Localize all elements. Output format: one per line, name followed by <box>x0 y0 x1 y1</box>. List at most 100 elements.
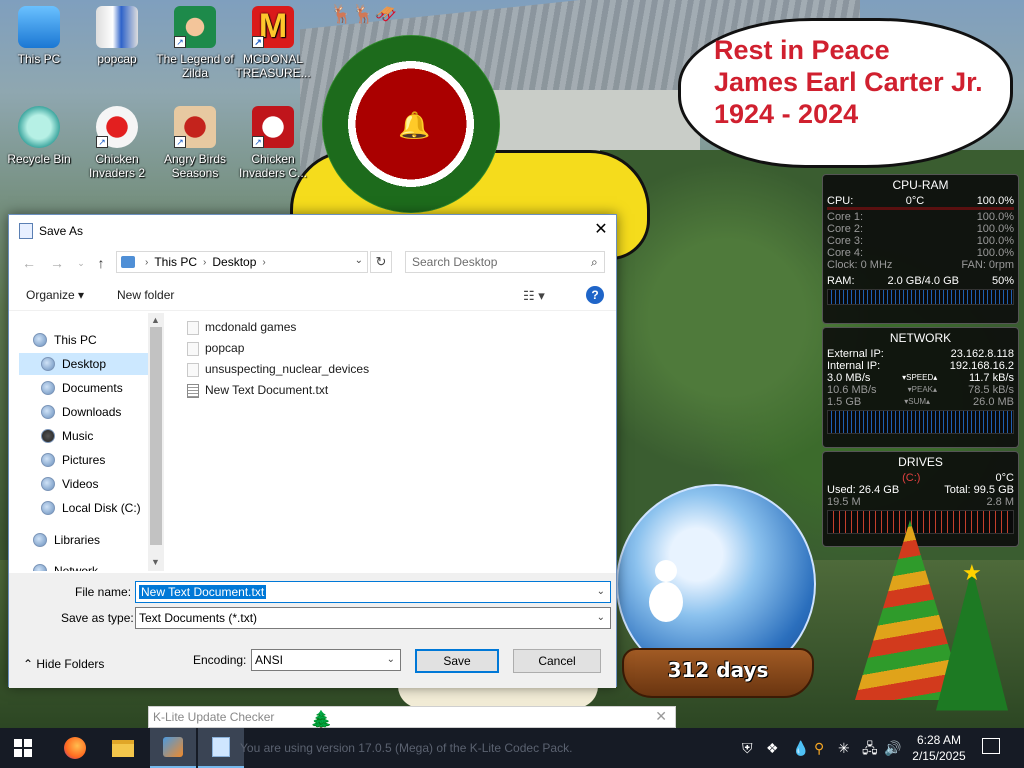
navigation-pane[interactable]: This PC Desktop Documents Downloads Musi… <box>9 313 164 571</box>
nav-item-label: Pictures <box>62 453 106 467</box>
nav-item-this-pc[interactable]: This PC <box>33 329 148 351</box>
notepad-icon <box>19 222 33 239</box>
codec-pack-icon <box>163 737 183 757</box>
nav-item-desktop[interactable]: Desktop <box>19 353 148 375</box>
close-button[interactable]: ✕ <box>586 215 616 245</box>
cpu-ram-gadget[interactable]: CPU-RAM CPU: 0°C 100.0% Core 1: 100.0% Core… <box>822 174 1019 324</box>
chevron-down-icon[interactable]: ⌄ <box>387 650 395 670</box>
organize-button[interactable]: Organize ▾ <box>26 288 84 302</box>
file-name: New Text Document.txt <box>205 383 329 397</box>
dialog-titlebar[interactable]: Save As <box>9 215 616 246</box>
view-options-icon[interactable]: ☷ ▾ <box>523 288 545 304</box>
search-input[interactable]: Search Desktop <box>405 251 605 273</box>
notifications-icon[interactable] <box>982 738 1000 754</box>
system-clock[interactable]: 6:28 AM 2/15/2025 <box>906 732 972 764</box>
save-button[interactable]: Save <box>415 649 499 673</box>
list-item[interactable]: popcap <box>187 338 607 359</box>
ram-graph <box>827 289 1014 305</box>
file-explorer-taskbar-button[interactable] <box>100 728 146 768</box>
fan-readout: FAN: 0rpm <box>961 259 1014 271</box>
desktop-icon-mcdonal-treasure[interactable]: M ↗ MCDONAL TREASURE... <box>234 6 312 80</box>
desktop-icon-legend-of-zilda[interactable]: ↗ The Legend of Zilda <box>156 6 234 80</box>
back-arrow-icon[interactable]: ← <box>19 253 39 273</box>
desktop-icon-chicken-invaders-c[interactable]: ↗ Chicken Invaders C... <box>234 106 312 180</box>
nav-item-network[interactable]: Network <box>33 560 98 571</box>
firefox-taskbar-button[interactable] <box>52 728 98 768</box>
new-folder-button[interactable]: New folder <box>117 288 174 302</box>
desktop-icon-this-pc[interactable]: This PC <box>0 6 78 66</box>
cancel-button[interactable]: Cancel <box>513 649 601 673</box>
file-name: unsuspecting_nuclear_devices <box>205 362 370 376</box>
drives-gadget[interactable]: DRIVES (C:) 0°C Used: 26.4 GB Total: 99.5 … <box>822 451 1019 547</box>
list-item[interactable]: New Text Document.txt <box>187 380 607 401</box>
klite-title: K-Lite Update Checker <box>153 710 275 724</box>
recycle-bin-icon <box>18 106 60 148</box>
chevron-down-icon[interactable]: ⌄ <box>597 582 605 602</box>
snowflake-icon[interactable]: ✳ <box>838 728 850 768</box>
game-character-icon: ↗ <box>174 6 216 48</box>
volume-icon[interactable]: 🔊 <box>884 728 901 768</box>
nav-item-libraries[interactable]: Libraries <box>33 529 100 551</box>
nav-item-documents[interactable]: Documents <box>41 377 123 399</box>
desktop-icon-chicken-invaders-2[interactable]: ↗ Chicken Invaders 2 <box>78 106 156 180</box>
core-value: 100.0% <box>976 211 1014 223</box>
computer-icon <box>18 6 60 48</box>
folder-icon <box>96 6 138 48</box>
klite-taskbar-button[interactable] <box>150 728 196 768</box>
start-button[interactable] <box>0 728 46 768</box>
desktop-icon-angry-birds-seasons[interactable]: ↗ Angry Birds Seasons <box>156 106 234 180</box>
nav-item-music[interactable]: Music <box>41 425 93 447</box>
scroll-up-arrow-icon[interactable]: ▲ <box>151 315 160 325</box>
desktop-icon-label: popcap <box>97 52 137 66</box>
list-item[interactable]: unsuspecting_nuclear_devices <box>187 359 607 380</box>
forward-arrow-icon[interactable]: → <box>47 253 67 273</box>
file-name-input[interactable]: New Text Document.txt ⌄ <box>135 581 611 603</box>
save-as-dialog[interactable]: Save As ✕ ← → ⌄ ↑ › This PC › Desktop › … <box>8 214 617 688</box>
desktop-icon <box>41 357 55 371</box>
file-name-value: New Text Document.txt <box>139 585 267 599</box>
up-arrow-icon[interactable]: ↑ <box>91 253 111 273</box>
help-icon[interactable]: ? <box>586 286 604 304</box>
chevron-right-icon[interactable]: › <box>203 257 206 268</box>
nav-item-label: Local Disk (C:) <box>62 501 141 515</box>
videos-icon <box>41 477 55 491</box>
nav-item-local-disk[interactable]: Local Disk (C:) <box>41 497 141 519</box>
close-icon[interactable]: ✕ <box>655 708 667 725</box>
notepad-taskbar-button[interactable] <box>198 728 244 768</box>
address-bar[interactable]: › This PC › Desktop › ⌄ <box>116 251 368 273</box>
scroll-down-arrow-icon[interactable]: ▼ <box>151 557 160 567</box>
action-center-security-icon[interactable]: ⛨ <box>742 728 753 768</box>
chevron-down-icon[interactable]: ⌄ <box>597 608 605 628</box>
search-tool-icon[interactable]: ⚲ <box>814 728 824 768</box>
nav-item-videos[interactable]: Videos <box>41 473 98 495</box>
chevron-right-icon[interactable]: › <box>262 257 265 268</box>
nav-item-downloads[interactable]: Downloads <box>41 401 121 423</box>
network-icon[interactable]: 🖧 <box>862 728 878 768</box>
breadcrumb-this-pc[interactable]: This PC <box>154 255 197 269</box>
desktop-icon-popcap[interactable]: popcap <box>78 6 156 66</box>
save-as-type-select[interactable]: Text Documents (*.txt) ⌄ <box>135 607 611 629</box>
refresh-button[interactable]: ↻ <box>370 251 392 273</box>
downloads-icon <box>41 405 55 419</box>
desktop-icon-label: Chicken Invaders 2 <box>88 152 146 180</box>
search-icon[interactable]: ⌕ <box>591 255 610 270</box>
nav-pane-scrollbar[interactable]: ▲ ▼ <box>148 313 164 571</box>
drop-icon[interactable]: 💧 <box>792 728 809 768</box>
network-gadget[interactable]: NETWORK External IP: 23.162.8.118 Interna… <box>822 327 1019 448</box>
colorful-app-icon[interactable]: ❖ <box>766 728 779 768</box>
klite-update-checker-window[interactable]: K-Lite Update Checker ✕ <box>148 706 676 728</box>
recent-locations-chevron-icon[interactable]: ⌄ <box>71 253 91 273</box>
breadcrumb-desktop[interactable]: Desktop <box>212 255 256 269</box>
file-list[interactable]: mcdonald games popcap unsuspecting_nucle… <box>187 317 607 401</box>
chevron-right-icon[interactable]: › <box>145 257 148 268</box>
angry-bird-icon: ↗ <box>174 106 216 148</box>
encoding-select[interactable]: ANSI ⌄ <box>251 649 401 671</box>
list-item[interactable]: mcdonald games <box>187 317 607 338</box>
nav-item-pictures[interactable]: Pictures <box>41 449 105 471</box>
scrollbar-thumb[interactable] <box>150 327 162 545</box>
chevron-down-icon[interactable]: ⌄ <box>355 255 363 266</box>
desktop-icon-recycle-bin[interactable]: Recycle Bin <box>0 106 78 166</box>
hide-folders-button[interactable]: ⌃ Hide Folders <box>23 657 104 671</box>
save-as-type-value: Text Documents (*.txt) <box>139 611 258 625</box>
desktop-icon-label: The Legend of Zilda <box>156 52 234 80</box>
